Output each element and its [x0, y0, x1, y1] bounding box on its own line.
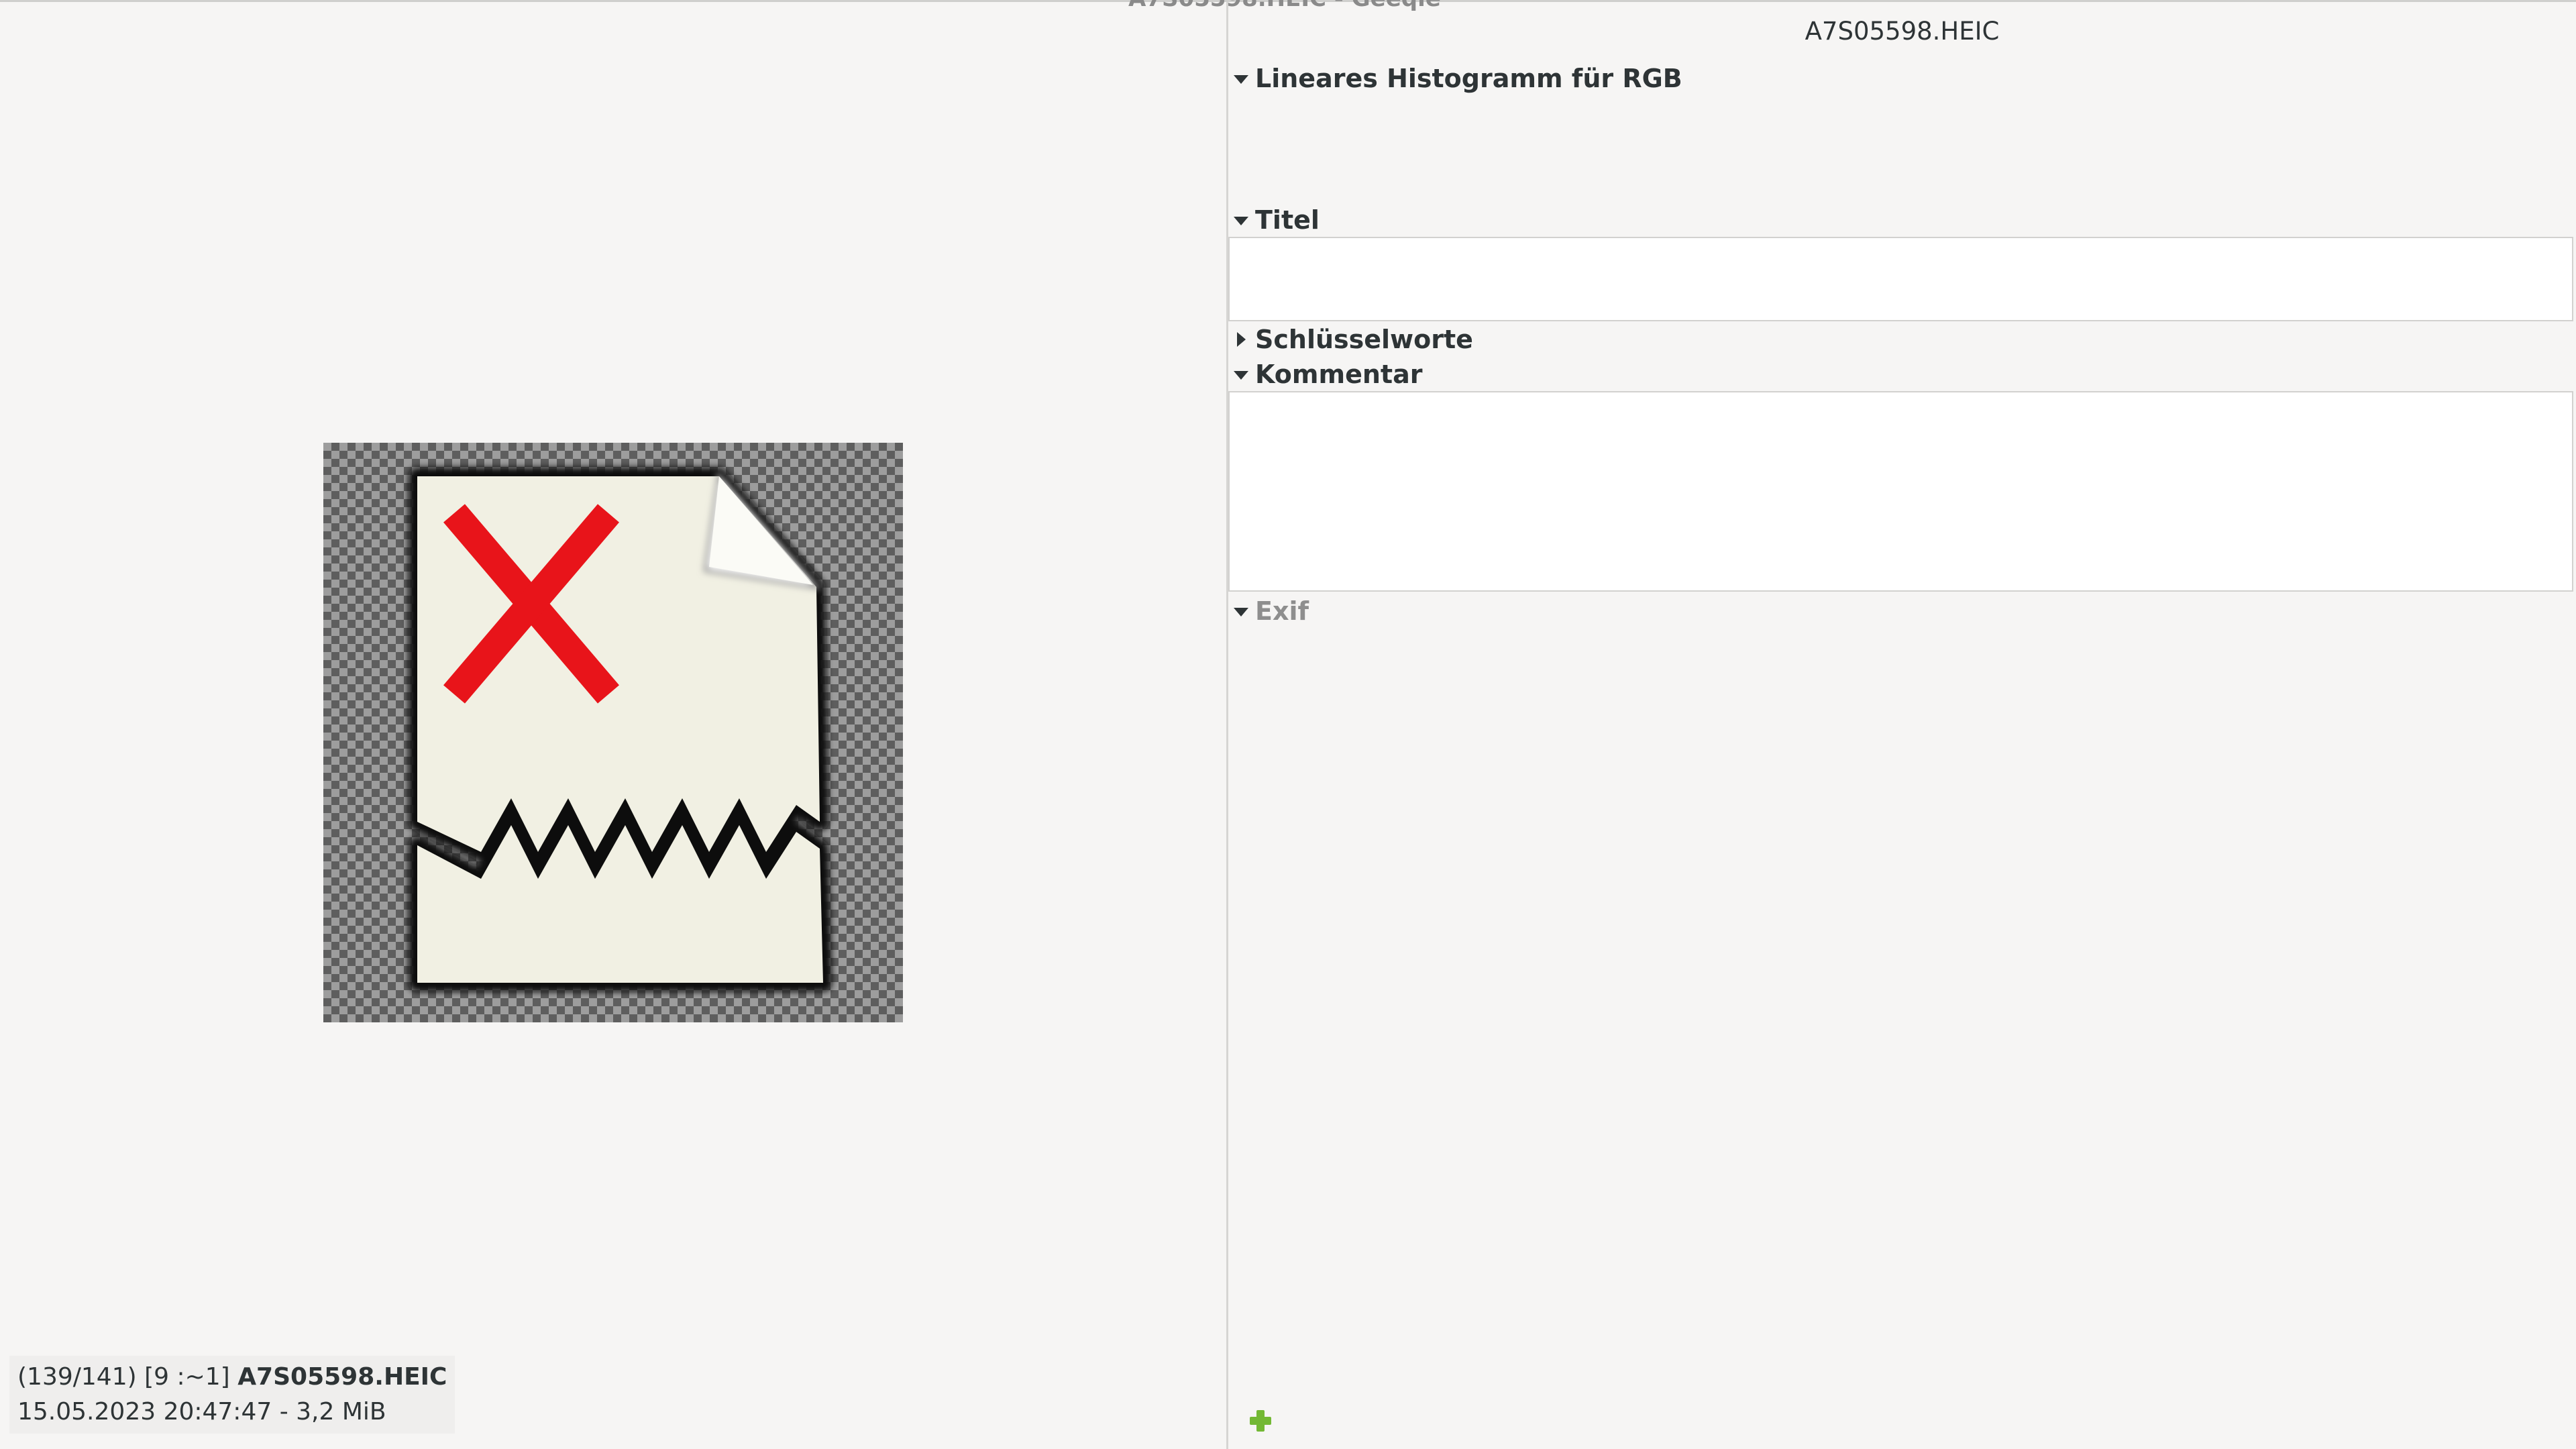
status-details: 15.05.2023 20:47:47 - 3,2 MiB	[17, 1398, 386, 1426]
expander-down-icon	[1232, 366, 1250, 383]
title-input[interactable]	[1228, 237, 2573, 321]
add-pane-button[interactable]	[1247, 1407, 1274, 1434]
broken-document-graphic	[409, 468, 832, 991]
broken-image-icon	[323, 443, 903, 1022]
status-filename: A7S05598.HEIC	[237, 1363, 447, 1391]
title-label: Titel	[1255, 205, 1320, 235]
exif-section-header[interactable]: Exif	[1232, 594, 1309, 628]
expander-down-icon	[1232, 602, 1250, 620]
plus-icon	[1250, 1410, 1271, 1432]
comment-textarea[interactable]	[1228, 391, 2573, 592]
status-line-1: (139/141) [9 :~1] A7S05598.HEIC	[17, 1360, 447, 1395]
keywords-label: Schlüsselworte	[1255, 325, 1473, 354]
comment-label: Kommentar	[1255, 360, 1423, 389]
comment-section-header[interactable]: Kommentar	[1232, 358, 1422, 391]
title-section-header[interactable]: Titel	[1232, 203, 1320, 237]
expander-down-icon	[1232, 211, 1250, 229]
expander-down-icon	[1232, 70, 1250, 87]
image-status-overlay: (139/141) [9 :~1] A7S05598.HEIC 15.05.20…	[9, 1356, 455, 1434]
keywords-section-header[interactable]: Schlüsselworte	[1232, 323, 1473, 356]
expander-right-icon	[1232, 331, 1250, 348]
exif-label: Exif	[1255, 596, 1309, 626]
geeqie-window: A7S05598.HEIC - Geeqie ˙ ˙ ˙	[0, 0, 2576, 1449]
histogram-section-header[interactable]: Lineares Histogramm für RGB	[1232, 62, 1682, 95]
sidebar-filename: A7S05598.HEIC	[1805, 17, 2000, 46]
image-view-pane[interactable]: (139/141) [9 :~1] A7S05598.HEIC 15.05.20…	[0, 2, 1226, 1449]
status-counter: (139/141) [9 :~1]	[17, 1363, 230, 1391]
info-sidebar: A7S05598.HEIC Lineares Histogramm für RG…	[1228, 2, 2576, 1449]
histogram-label: Lineares Histogramm für RGB	[1255, 64, 1682, 93]
